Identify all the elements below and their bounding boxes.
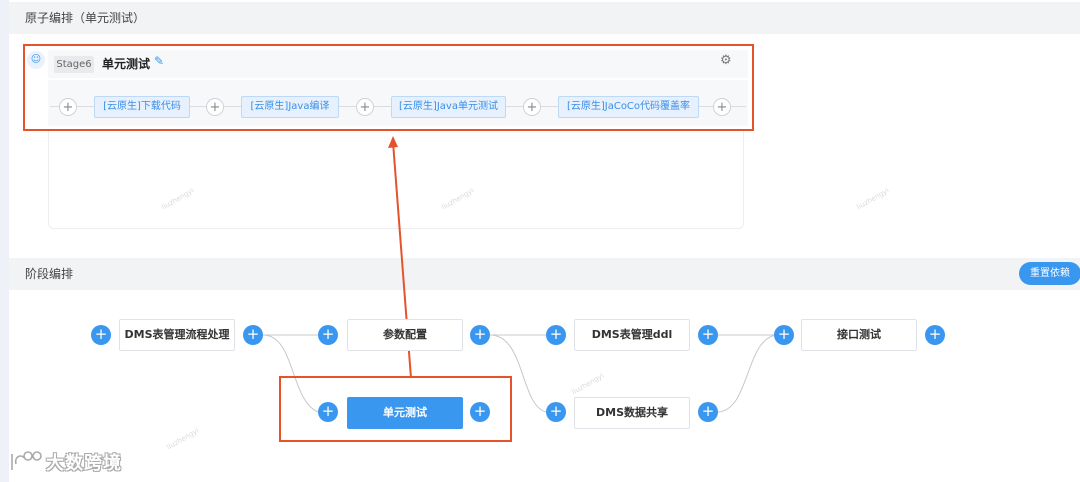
add-before-plus-icon[interactable]: + xyxy=(91,325,111,345)
stage-node-param-config[interactable]: 参数配置 xyxy=(347,319,463,351)
highlight-box-stage-detail xyxy=(23,44,754,131)
add-after-plus-icon[interactable]: + xyxy=(243,325,263,345)
add-after-plus-icon[interactable]: + xyxy=(470,325,490,345)
brand-logo-text: 大数跨境 xyxy=(46,453,122,474)
brand-logo-icon xyxy=(11,451,42,470)
stage-node-dms-data-share[interactable]: DMS数据共享 xyxy=(574,397,690,429)
add-after-plus-icon[interactable]: + xyxy=(698,402,718,422)
add-before-plus-icon[interactable]: + xyxy=(774,325,794,345)
add-before-plus-icon[interactable]: + xyxy=(318,325,338,345)
stage-node-api-test[interactable]: 接口测试 xyxy=(801,319,917,351)
add-after-plus-icon[interactable]: + xyxy=(925,325,945,345)
stage-node-dms-ddl[interactable]: DMS表管理ddl xyxy=(574,319,690,351)
brand-logo: 大数跨境 xyxy=(8,448,121,476)
add-after-plus-icon[interactable]: + xyxy=(698,325,718,345)
add-before-plus-icon[interactable]: + xyxy=(546,325,566,345)
highlight-box-selected-stage xyxy=(279,376,512,442)
add-before-plus-icon[interactable]: + xyxy=(546,402,566,422)
stage-node-dms-process[interactable]: DMS表管理流程处理 xyxy=(119,319,235,351)
